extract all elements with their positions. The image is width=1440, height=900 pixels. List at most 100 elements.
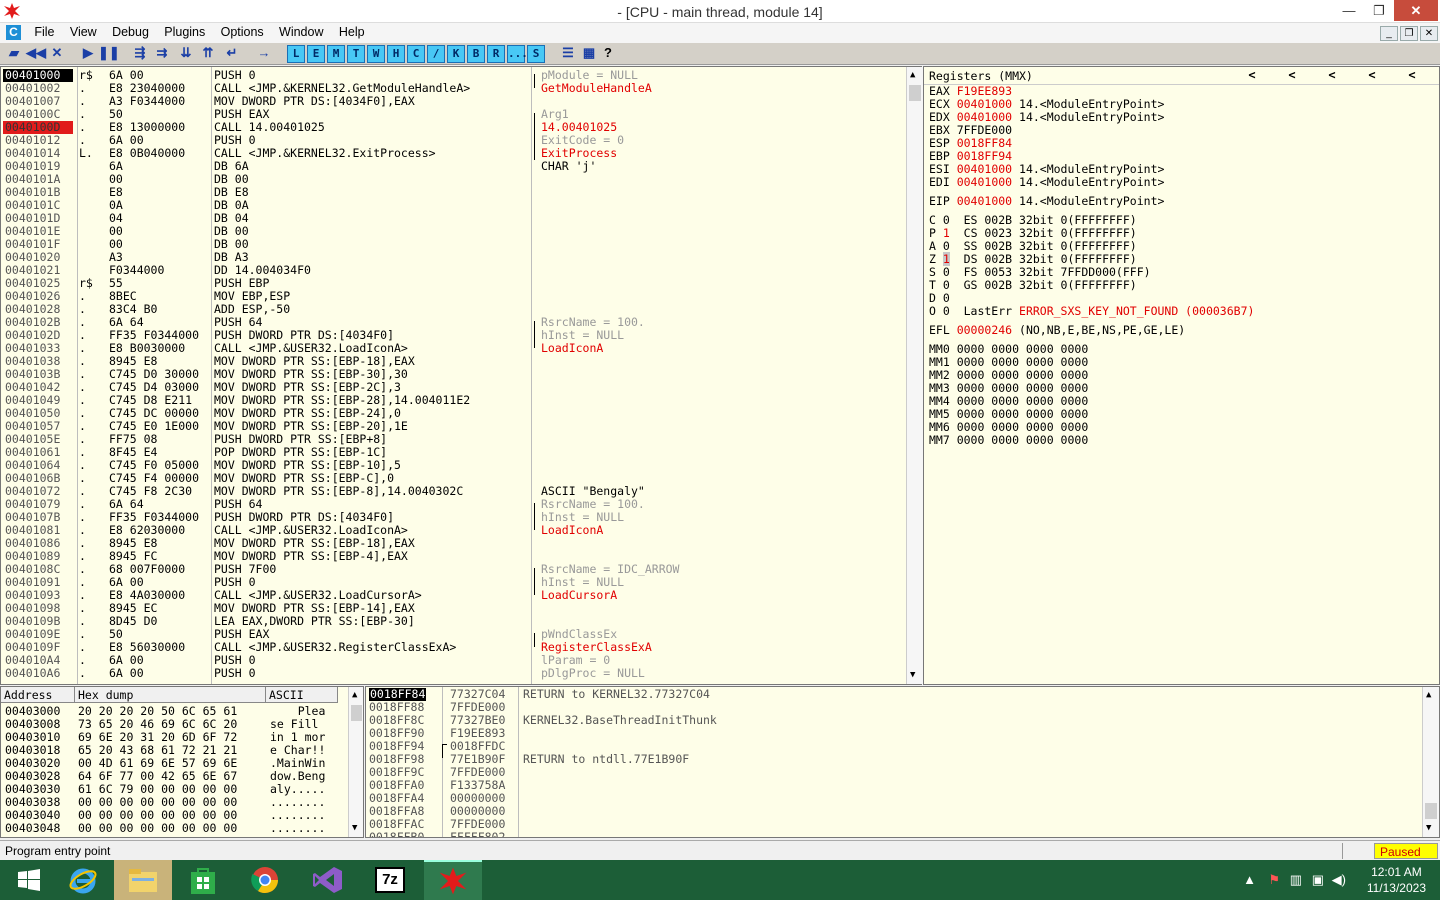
trace-into-icon[interactable]: ⇊ xyxy=(176,45,196,63)
disasm-row[interactable]: 0040109B. 8D45 D0 LEA EAX,DWORD PTR SS:[EB… xyxy=(1,615,905,628)
taskbar-visual-studio[interactable] xyxy=(299,860,357,900)
registers-nav-left-5[interactable]: < xyxy=(1402,69,1422,82)
toolbar-handles-button[interactable]: H xyxy=(387,45,405,63)
menu-plugins[interactable]: Plugins xyxy=(158,23,211,41)
toolbar-windows-button[interactable]: W xyxy=(367,45,385,63)
taskbar-chrome[interactable] xyxy=(236,860,294,900)
toolbar-breakpoints-button[interactable]: B xyxy=(467,45,485,63)
toolbar-source-button[interactable]: S xyxy=(527,45,545,63)
taskbar-ie[interactable] xyxy=(54,860,112,900)
taskbar-explorer[interactable] xyxy=(114,860,172,900)
dump-scrollbar[interactable]: ▲ ▼ xyxy=(348,687,363,837)
disasm-row[interactable]: 00401007. A3 F0344000 MOV DWORD PTR DS:[40… xyxy=(1,95,905,108)
toolbar-runtrace-button[interactable]: ... xyxy=(507,45,528,63)
dump-header-ascii[interactable]: ASCII xyxy=(266,687,338,703)
register-line[interactable]: EIP 00401000 14.<ModuleEntryPoint> xyxy=(929,195,1164,208)
restore-button[interactable]: ❐ xyxy=(1364,0,1394,21)
toolbar-log-button[interactable]: L xyxy=(287,45,305,63)
close-button[interactable]: ✕ xyxy=(1394,0,1438,21)
toolbar-cpu-button[interactable]: C xyxy=(407,45,425,63)
network-icon[interactable]: ▥ xyxy=(1290,872,1302,888)
step-over-icon[interactable]: ⇉ xyxy=(152,45,172,63)
registers-nav-left-3[interactable]: < xyxy=(1322,69,1342,82)
toolbar-references-button[interactable]: R xyxy=(487,45,505,63)
clock[interactable]: 12:01 AM 11/13/2023 xyxy=(1367,864,1426,896)
toolbar-threads-button[interactable]: T xyxy=(347,45,365,63)
list-icon[interactable]: ☰ xyxy=(558,45,578,63)
tray-overflow-icon[interactable]: ▲ xyxy=(1243,872,1256,887)
menu-window[interactable]: Window xyxy=(273,23,329,41)
stack-row[interactable]: 0018FF84 77327C04 RETURN to KERNEL32.77327… xyxy=(366,688,1416,701)
minimize-button[interactable]: — xyxy=(1334,0,1364,21)
action-center-icon[interactable]: ⚑ xyxy=(1268,872,1280,888)
menu-debug[interactable]: Debug xyxy=(106,23,155,41)
toolbar-modules-button[interactable]: E xyxy=(307,45,325,63)
rewind-icon[interactable]: ◀◀ xyxy=(26,45,46,63)
taskbar-7zip[interactable]: 7z xyxy=(361,860,419,900)
mdi-close-button[interactable]: ✕ xyxy=(1420,26,1438,41)
trace-over-icon[interactable]: ⇈ xyxy=(198,45,218,63)
register-line[interactable]: T 0 GS 002B 32bit 0(FFFFFFFF) xyxy=(929,279,1137,292)
register-line[interactable]: MM7 0000 0000 0000 0000 xyxy=(929,434,1088,447)
toolbar-callstack-button[interactable]: K xyxy=(447,45,465,63)
cpu-window-icon[interactable]: C xyxy=(6,25,21,40)
stack-row[interactable]: 0018FFA4 00000000 xyxy=(366,792,1416,805)
disasm-row[interactable]: 0040101E 00 DB 00 xyxy=(1,225,905,238)
disasm-row[interactable]: 004010A6. 6A 00 PUSH 0 pDlgProc = NULL xyxy=(1,667,905,680)
disassembly-pane[interactable]: 00401000 r$ 6A 00 PUSH 0 pModule = NULL 00401… xyxy=(0,66,923,685)
start-button[interactable] xyxy=(0,860,58,900)
menu-options[interactable]: Options xyxy=(215,23,270,41)
volume-icon[interactable]: ◀) xyxy=(1332,872,1346,888)
power-icon[interactable]: ▣ xyxy=(1312,872,1324,888)
registers-nav-left-4[interactable]: < xyxy=(1362,69,1382,82)
registers-nav-left-1[interactable]: < xyxy=(1242,69,1262,82)
step-into-icon[interactable]: ⇶ xyxy=(130,45,150,63)
open-icon[interactable]: ▰ xyxy=(4,45,24,63)
stack-scrollbar[interactable]: ▲ ▼ xyxy=(1422,687,1439,837)
hex-dump-pane[interactable]: Address Hex dump ASCII 00403000 20 20 20 … xyxy=(0,686,364,838)
go-to-icon[interactable]: → xyxy=(254,45,274,63)
toolbar-patches-button[interactable]: / xyxy=(427,45,445,63)
stack-row[interactable]: 0018FFAC 7FFDE000 xyxy=(366,818,1416,831)
disasm-row[interactable]: 0040101D 04 DB 04 xyxy=(1,212,905,225)
disassembly-scrollbar[interactable]: ▲ ▼ xyxy=(906,67,923,684)
stack-row[interactable]: 0018FF90 F19EE893 xyxy=(366,727,1416,740)
register-line[interactable]: EFL 00000246 (NO,NB,E,BE,NS,PE,GE,LE) xyxy=(929,324,1185,337)
run-icon[interactable]: ▶ xyxy=(78,45,98,63)
stack-row[interactable]: 0018FFA0 F133758A xyxy=(366,779,1416,792)
register-line[interactable]: EDI 00401000 14.<ModuleEntryPoint> xyxy=(929,176,1164,189)
execute-till-return-icon[interactable]: ↵ xyxy=(222,45,242,63)
stack-pane[interactable]: 0018FF84 77327C04 RETURN to KERNEL32.77327… xyxy=(365,686,1440,838)
menu-view[interactable]: View xyxy=(64,23,103,41)
taskbar-store[interactable] xyxy=(174,860,232,900)
disasm-row[interactable]: 0040101A 00 DB 00 xyxy=(1,173,905,186)
disasm-row[interactable]: 0040101C 0A DB 0A xyxy=(1,199,905,212)
grid-icon[interactable]: ▦ xyxy=(579,45,599,63)
stack-row[interactable]: 0018FFA8 00000000 xyxy=(366,805,1416,818)
register-segment: 0018FF84 xyxy=(956,136,1013,150)
menu-file[interactable]: File xyxy=(28,23,60,41)
taskbar-ollydbg[interactable] xyxy=(424,860,482,900)
registers-nav-left-2[interactable]: < xyxy=(1282,69,1302,82)
disasm-row[interactable]: 0040101F 00 DB 00 xyxy=(1,238,905,251)
help-icon[interactable]: ? xyxy=(598,45,618,63)
mdi-minimize-button[interactable]: _ xyxy=(1380,26,1398,41)
dump-header-address[interactable]: Address xyxy=(1,687,75,703)
stack-row[interactable]: 0018FF8C 77327BE0 KERNEL32.BaseThreadInitT… xyxy=(366,714,1416,727)
stack-row[interactable]: 0018FFB0 FFFFF802 xyxy=(366,831,1416,838)
dump-header-hex[interactable]: Hex dump xyxy=(75,687,266,703)
disasm-row[interactable]: 0040101B E8 DB E8 xyxy=(1,186,905,199)
toolbar-memory-button[interactable]: M xyxy=(327,45,345,63)
stack-row[interactable]: 0018FF9C 7FFDE000 xyxy=(366,766,1416,779)
close-process-icon[interactable]: ✕ xyxy=(47,45,67,63)
disasm-row[interactable]: 00401014 L. E8 0B040000 CALL <JMP.&KERNEL32… xyxy=(1,147,905,160)
mdi-restore-button[interactable]: ❐ xyxy=(1400,26,1418,41)
disasm-row[interactable]: 00401021 F0344000 DD 14.004034F0 xyxy=(1,264,905,277)
stack-row[interactable]: 0018FF98 77E1B90F RETURN to ntdll.77E1B90F xyxy=(366,753,1416,766)
menu-help[interactable]: Help xyxy=(333,23,371,41)
dump-row[interactable]: 00403048 00 00 00 00 00 00 00 00........ xyxy=(1,822,347,835)
register-line[interactable]: O 0 LastErr ERROR_SXS_KEY_NOT_FOUND (000… xyxy=(929,305,1254,318)
disasm-row[interactable]: 00401019 6A DB 6A CHAR 'j' xyxy=(1,160,905,173)
registers-pane[interactable]: Registers (MMX) < < < < < EAX F19EE893 EC… xyxy=(923,66,1440,685)
pause-icon[interactable]: ❚❚ xyxy=(98,45,120,63)
